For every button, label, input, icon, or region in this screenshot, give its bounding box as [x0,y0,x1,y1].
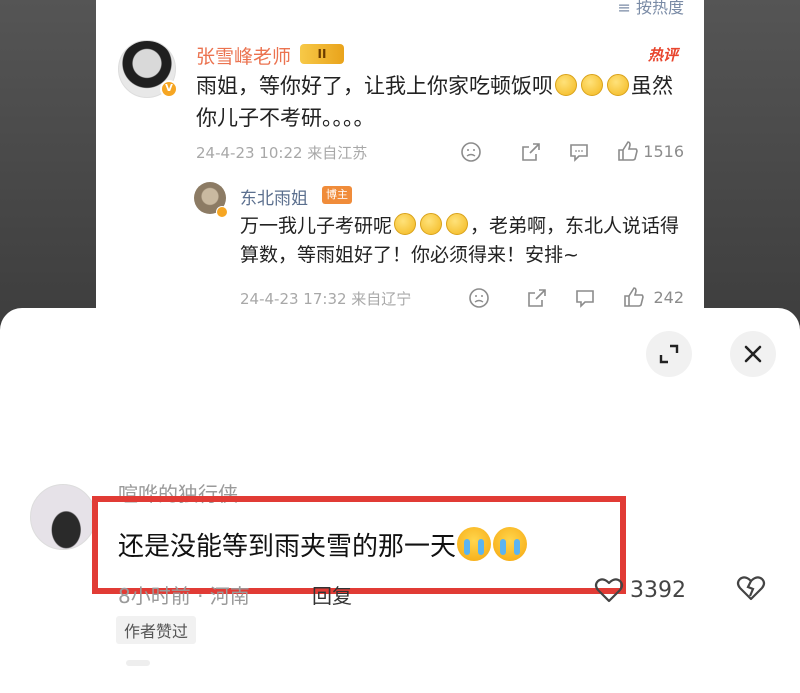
verified-badge-icon: V [160,80,178,98]
reply-button[interactable]: 回复 [312,580,352,609]
dislike-face-icon[interactable] [468,287,490,309]
thumbs-up-icon[interactable] [622,285,646,309]
heart-icon [594,578,624,603]
comment-text: 雨姐，等你好了，让我上你家吃顿饭呗 虽然你儿子不考研。。。。 [196,74,673,130]
clap-emoji-icon [446,213,469,235]
comment-bottom-sheet: 喧哗的独行侠 还是没能等到雨夹雪的那一天 8小时前 · 河南 回复 3392 作… [0,308,800,693]
level-badge: II [300,44,344,64]
close-icon [744,345,762,363]
comment-author-name[interactable]: 张雪峰老师 [196,42,291,69]
broken-heart-icon [736,576,766,601]
reply-text: 万一我儿子考研呢 ，老弟啊，东北人说话得算数，等雨姐好了！你必须得来！安排~ [240,213,680,266]
dislike-face-icon[interactable] [460,141,482,163]
like-count: 242 [653,288,684,307]
blogger-tag: 博主 [322,186,352,204]
verified-badge-icon [216,206,228,218]
background-right-panel [704,0,800,320]
comment-time-location: 8小时前 · 河南 [118,584,250,608]
next-item-hint [126,660,150,666]
sort-by-hot-label[interactable]: ≡ 按热度 [618,0,685,18]
shush-emoji-icon [581,74,603,96]
thumbs-up-icon[interactable] [616,139,640,163]
clap-emoji-icon [394,213,417,235]
close-button[interactable] [730,331,776,377]
expand-icon [659,344,679,364]
comment-icon[interactable] [568,141,590,163]
comment-icon[interactable] [574,287,596,309]
dislike-button[interactable] [736,574,766,606]
background-left-panel [0,0,96,320]
shush-emoji-icon [555,74,577,96]
comment-time-location: 24-4-23 10:22 来自江苏 [196,144,368,162]
expand-button[interactable] [646,331,692,377]
reply-time-location: 24-4-23 17:32 来自辽宁 [240,290,412,308]
share-icon[interactable] [520,141,542,163]
weibo-comment-card: ≡ 按热度 V 张雪峰老师 II 热评 雨姐，等你好了，让我上你家吃顿饭呗 虽然你… [96,0,704,320]
reply-author-name[interactable]: 东北雨姐 [240,184,308,209]
like-count: 1516 [643,142,684,161]
share-icon[interactable] [526,287,548,309]
avatar[interactable] [30,484,96,550]
clap-emoji-icon [420,213,443,235]
author-liked-badge: 作者赞过 [116,616,197,644]
hot-comment-tag: 热评 [647,46,678,64]
like-button[interactable]: 3392 [594,576,686,604]
shush-emoji-icon [607,74,629,96]
like-count: 3392 [630,577,686,603]
